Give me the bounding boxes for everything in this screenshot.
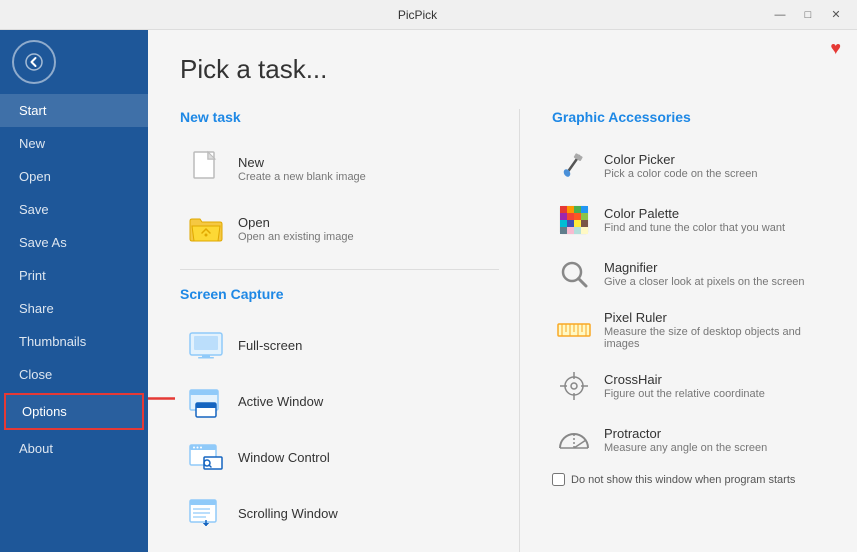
- two-column-layout: New task New Create a new blank image: [180, 109, 825, 552]
- new-file-icon: [186, 149, 226, 189]
- pixel-ruler-icon: [556, 312, 592, 348]
- active-window-label: Active Window: [238, 394, 323, 409]
- open-folder-icon: [186, 209, 226, 249]
- fullscreen-icon: [186, 325, 226, 365]
- color-palette-item[interactable]: Color Palette Find and tune the color th…: [552, 195, 825, 245]
- protractor-icon: [556, 422, 592, 458]
- sidebar-item-open[interactable]: Open: [0, 160, 148, 193]
- titlebar: PicPick — □ ✕: [0, 0, 857, 30]
- pixel-ruler-text: Pixel Ruler Measure the size of desktop …: [604, 310, 821, 350]
- protractor-text: Protractor Measure any angle on the scre…: [604, 426, 767, 454]
- active-window-icon: [186, 381, 226, 421]
- left-column: New task New Create a new blank image: [180, 109, 520, 552]
- color-picker-text: Color Picker Pick a color code on the sc…: [604, 152, 757, 180]
- maximize-button[interactable]: □: [795, 2, 821, 28]
- main-container: Start New Open Save Save As Print Share …: [0, 30, 857, 552]
- window-controls: — □ ✕: [767, 2, 849, 28]
- crosshair-icon: [556, 368, 592, 404]
- color-palette-icon: [556, 202, 592, 238]
- fullscreen-label: Full-screen: [238, 338, 302, 353]
- screen-capture-section-header: Screen Capture: [180, 286, 499, 302]
- magnifier-text: Magnifier Give a closer look at pixels o…: [604, 260, 805, 288]
- new-task-text: New Create a new blank image: [238, 155, 366, 183]
- open-task-text: Open Open an existing image: [238, 215, 354, 243]
- sidebar-item-options[interactable]: Options: [4, 393, 144, 430]
- color-palette-text: Color Palette Find and tune the color th…: [604, 206, 785, 234]
- graphic-section-header: Graphic Accessories: [552, 109, 825, 125]
- no-show-label[interactable]: Do not show this window when program sta…: [571, 474, 795, 486]
- scrolling-window-icon: [186, 493, 226, 533]
- sidebar-item-share[interactable]: Share: [0, 292, 148, 325]
- active-window-item[interactable]: Active Window: [180, 374, 499, 428]
- close-button[interactable]: ✕: [823, 2, 849, 28]
- sidebar-item-save-as[interactable]: Save As: [0, 226, 148, 259]
- window-control-icon: [186, 437, 226, 477]
- sidebar-item-start[interactable]: Start: [0, 94, 148, 127]
- sidebar-item-about[interactable]: About: [0, 432, 148, 465]
- sidebar-item-close[interactable]: Close: [0, 358, 148, 391]
- sidebar-item-save[interactable]: Save: [0, 193, 148, 226]
- app-title: PicPick: [68, 8, 767, 22]
- heart-icon[interactable]: ♥: [830, 38, 841, 59]
- sidebar-item-thumbnails[interactable]: Thumbnails: [0, 325, 148, 358]
- region-item[interactable]: Region: [180, 542, 499, 552]
- sidebar: Start New Open Save Save As Print Share …: [0, 30, 148, 552]
- window-control-label: Window Control: [238, 450, 330, 465]
- scrolling-window-item[interactable]: Scrolling Window: [180, 486, 499, 540]
- protractor-item[interactable]: Protractor Measure any angle on the scre…: [552, 415, 825, 465]
- no-show-checkbox-row: Do not show this window when program sta…: [552, 473, 825, 486]
- crosshair-item[interactable]: CrossHair Figure out the relative coordi…: [552, 361, 825, 411]
- color-picker-item[interactable]: Color Picker Pick a color code on the sc…: [552, 141, 825, 191]
- scrolling-window-label: Scrolling Window: [238, 506, 338, 521]
- window-control-item[interactable]: Window Control: [180, 430, 499, 484]
- sidebar-item-new[interactable]: New: [0, 127, 148, 160]
- pixel-ruler-item[interactable]: Pixel Ruler Measure the size of desktop …: [552, 303, 825, 357]
- sidebar-item-print[interactable]: Print: [0, 259, 148, 292]
- magnifier-icon: [556, 256, 592, 292]
- no-show-checkbox[interactable]: [552, 473, 565, 486]
- content-area: ♥ Pick a task... New task New: [148, 30, 857, 552]
- open-task-item[interactable]: Open Open an existing image: [180, 201, 499, 257]
- page-title: Pick a task...: [180, 54, 825, 85]
- fullscreen-item[interactable]: Full-screen: [180, 318, 499, 372]
- right-column: Graphic Accessories Color Picker Pick a …: [520, 109, 825, 552]
- crosshair-text: CrossHair Figure out the relative coordi…: [604, 372, 765, 400]
- new-task-section-header: New task: [180, 109, 499, 125]
- red-arrow-annotation: [148, 384, 180, 419]
- magnifier-item[interactable]: Magnifier Give a closer look at pixels o…: [552, 249, 825, 299]
- section-divider: [180, 269, 499, 270]
- minimize-button[interactable]: —: [767, 2, 793, 28]
- color-picker-icon: [556, 148, 592, 184]
- back-button[interactable]: [12, 40, 56, 84]
- new-task-item[interactable]: New Create a new blank image: [180, 141, 499, 197]
